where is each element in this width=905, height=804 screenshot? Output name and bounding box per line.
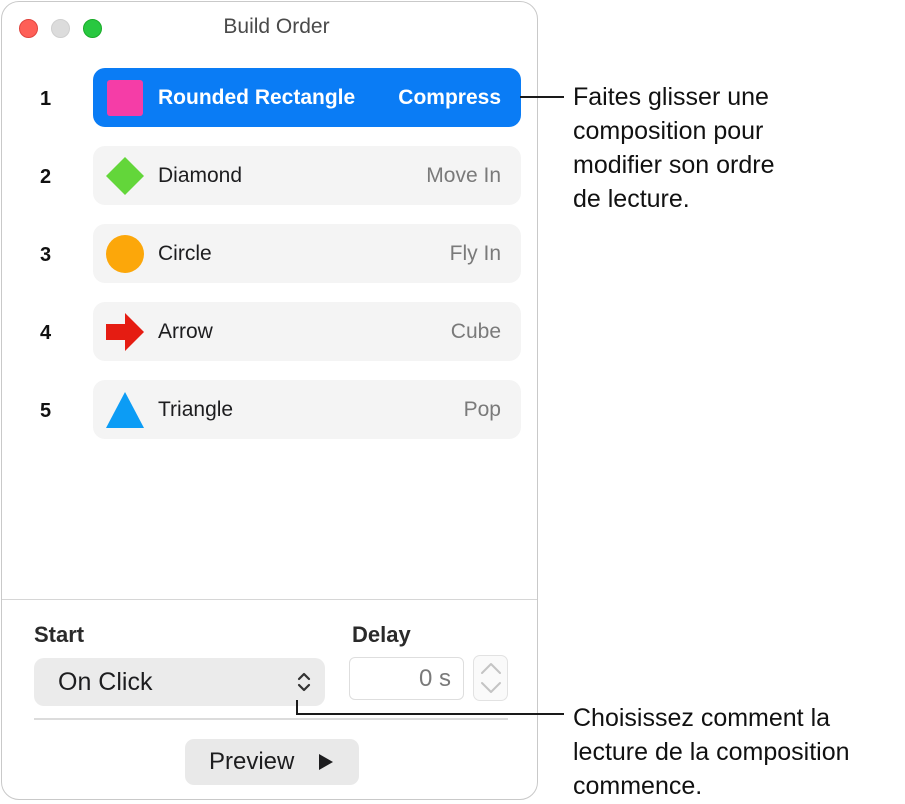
- start-label: Start: [34, 622, 85, 647]
- title-bar[interactable]: Build Order: [2, 2, 537, 52]
- delay-stepper[interactable]: [473, 655, 508, 701]
- build-item-effect: Move In: [426, 164, 501, 187]
- build-number: 2: [40, 166, 52, 188]
- start-value: On Click: [58, 668, 153, 696]
- delay-label: Delay: [352, 622, 411, 647]
- callout-drag-to-reorder: Faites glisser une composition pour modi…: [573, 80, 774, 216]
- up-down-chevron-icon: [297, 672, 311, 692]
- callout-line: composition pour: [573, 117, 764, 145]
- build-number: 5: [40, 400, 52, 422]
- preview-label: Preview: [209, 748, 295, 775]
- callout-choose-start: Choisissez comment la lecture de la comp…: [573, 701, 850, 803]
- stepper-down-icon[interactable]: [480, 681, 502, 695]
- pink-square-icon: [107, 80, 143, 116]
- play-icon: [319, 754, 333, 770]
- build-item-name: Circle: [158, 242, 212, 265]
- delay-field[interactable]: 0 s: [349, 657, 464, 700]
- stepper-up-icon[interactable]: [480, 661, 502, 675]
- callout-line: lecture de la composition: [573, 738, 850, 766]
- build-order-window: Build Order 1 Rounded Rectangle Compress…: [1, 1, 538, 800]
- build-item-effect: Cube: [450, 320, 501, 343]
- preview-button[interactable]: Preview: [185, 739, 359, 785]
- build-item-diamond[interactable]: Diamond Move In: [93, 146, 521, 205]
- start-popup-button[interactable]: On Click: [34, 658, 325, 706]
- red-arrow-icon: [106, 313, 144, 351]
- build-item-arrow[interactable]: Arrow Cube: [93, 302, 521, 361]
- blue-triangle-icon: [106, 392, 144, 428]
- callout-leader-line: [296, 700, 298, 714]
- section-divider: [2, 599, 537, 600]
- green-diamond-icon: [106, 157, 144, 195]
- callout-line: modifier son ordre: [573, 151, 775, 179]
- build-number: 4: [40, 322, 52, 344]
- window-title: Build Order: [223, 15, 330, 38]
- callout-line: Choisissez comment la: [573, 704, 831, 732]
- build-item-effect: Fly In: [449, 242, 501, 265]
- callout-line: commence.: [573, 772, 703, 800]
- delay-value: 0 s: [418, 665, 451, 692]
- callout-line: de lecture.: [573, 185, 690, 213]
- orange-circle-icon: [106, 235, 144, 273]
- build-item-name: Triangle: [158, 398, 234, 421]
- build-item-name: Rounded Rectangle: [158, 86, 356, 109]
- build-item-effect: Compress: [398, 86, 501, 109]
- build-item-effect: Pop: [463, 398, 501, 421]
- callout-line: Faites glisser une: [573, 83, 769, 111]
- popup-divider: [34, 718, 508, 720]
- build-item-name: Arrow: [158, 320, 213, 343]
- callout-leader-line: [296, 713, 564, 715]
- build-item-name: Diamond: [158, 164, 243, 187]
- build-item-circle[interactable]: Circle Fly In: [93, 224, 521, 283]
- build-number: 3: [40, 244, 52, 266]
- build-number: 1: [40, 88, 52, 110]
- build-item-rounded-rectangle[interactable]: Rounded Rectangle Compress: [93, 68, 521, 127]
- build-item-triangle[interactable]: Triangle Pop: [93, 380, 521, 439]
- callout-leader-line: [520, 96, 564, 98]
